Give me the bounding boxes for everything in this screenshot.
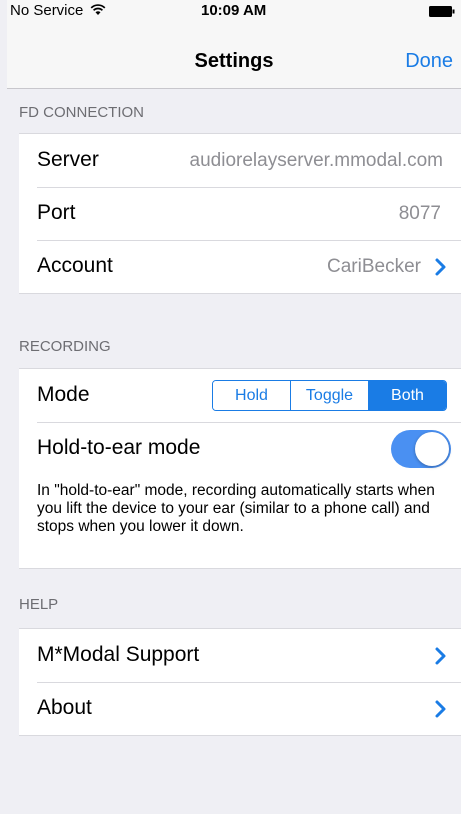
mode-option-both[interactable]: Both [368,381,446,410]
done-button[interactable]: Done [405,50,453,73]
mode-option-toggle[interactable]: Toggle [290,381,368,410]
page-title: Settings [194,50,274,72]
mode-row: Mode Hold Toggle Both [19,369,461,422]
mode-option-hold[interactable]: Hold [213,381,290,410]
account-label: Account [37,254,113,277]
account-value: CariBecker [327,256,421,277]
chevron-right-icon[interactable] [431,644,451,668]
port-row[interactable]: Port 8077 [19,187,461,240]
server-row[interactable]: Server audiorelayserver.mmodal.com [19,134,461,187]
server-value[interactable]: audiorelayserver.mmodal.com [190,150,443,172]
account-row[interactable]: Account CariBecker [19,240,461,293]
navigation-bar: Settings Done [7,40,461,89]
clock: 10:09 AM [201,2,267,19]
carrier-label: No Service [10,2,84,19]
about-label: About [37,696,92,719]
hold-to-ear-row: Hold-to-ear mode [19,422,461,475]
port-value[interactable]: 8077 [399,203,441,225]
status-bar: No Service 10:09 AM [7,0,461,40]
recording-group: Mode Hold Toggle Both Hold-to-ear mode I… [19,368,461,569]
hold-to-ear-description: In "hold-to-ear" mode, recording automat… [37,482,435,535]
help-group: M*Modal Support About [19,628,461,736]
chevron-right-icon[interactable] [431,255,451,279]
carrier-status: No Service [10,2,106,19]
port-label: Port [37,201,76,224]
toggle-knob [415,432,449,466]
hold-to-ear-label: Hold-to-ear mode [37,436,201,459]
mode-segmented-control[interactable]: Hold Toggle Both [212,380,447,411]
fd-connection-group: Server audiorelayserver.mmodal.com Port … [19,133,461,294]
server-label: Server [37,148,99,171]
support-row[interactable]: M*Modal Support [19,629,461,682]
support-label: M*Modal Support [37,643,200,666]
section-header-help: HELP [19,596,59,613]
hold-to-ear-toggle[interactable] [391,430,451,468]
wifi-icon [90,4,105,15]
chevron-right-icon[interactable] [431,697,451,721]
settings-screen: No Service 10:09 AM Settings Done FD CON… [7,0,461,814]
about-row[interactable]: About [19,682,461,735]
section-header-recording: RECORDING [19,338,111,355]
section-header-fd-connection: FD CONNECTION [19,104,144,121]
mode-label: Mode [37,383,90,406]
battery-icon [429,6,455,17]
